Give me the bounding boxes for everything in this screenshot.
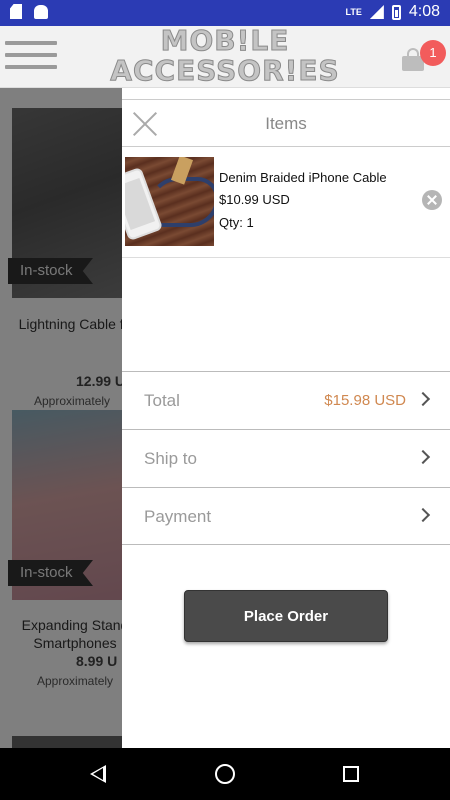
total-value: $15.98 USD: [324, 392, 406, 409]
place-order-button[interactable]: Place Order: [184, 590, 388, 642]
back-icon[interactable]: [90, 765, 106, 783]
status-bar: LTE 4:08: [0, 0, 450, 26]
recent-apps-icon[interactable]: [343, 766, 359, 782]
battery-icon: [391, 4, 401, 20]
status-time: 4:08: [408, 3, 440, 20]
app-logo[interactable]: MOB!LE ACCESSOR!ES: [110, 24, 340, 87]
chevron-right-icon: [415, 449, 431, 465]
payment-label: Payment: [144, 507, 212, 526]
network-type: LTE: [345, 7, 362, 17]
system-nav-bar: [0, 748, 450, 800]
chevron-right-icon: [415, 391, 431, 407]
chevron-right-icon: [415, 507, 431, 523]
cart-count-badge: 1: [420, 40, 446, 66]
drawer-header: Items: [122, 99, 450, 147]
remove-item-icon[interactable]: [422, 190, 442, 210]
android-icon: [34, 4, 48, 19]
cart-item-image: [125, 157, 214, 246]
sd-card-icon: [10, 4, 22, 19]
cart-item-qty: Qty: 1: [219, 215, 254, 230]
payment-row[interactable]: Payment: [122, 487, 450, 545]
logo-line-2: ACCESSOR!ES: [110, 54, 340, 87]
ship-to-row[interactable]: Ship to: [122, 429, 450, 487]
logo-line-1: MOB!LE: [160, 24, 290, 57]
close-icon[interactable]: [132, 111, 158, 137]
cart-item: Denim Braided iPhone Cable $10.99 USD Qt…: [122, 148, 450, 258]
ship-to-label: Ship to: [144, 449, 197, 468]
cart-item-price: $10.99 USD: [219, 192, 290, 207]
cart-item-name: Denim Braided iPhone Cable: [219, 170, 387, 185]
app-header: MOB!LE ACCESSOR!ES: [0, 24, 450, 88]
drawer-title: Items: [265, 114, 307, 133]
signal-icon: [369, 5, 384, 19]
menu-icon[interactable]: [5, 41, 57, 73]
drawer-scrim[interactable]: [0, 88, 122, 748]
home-icon[interactable]: [215, 764, 235, 784]
total-label: Total: [144, 391, 180, 410]
total-row[interactable]: Total $15.98 USD: [122, 371, 450, 429]
cart-drawer: Items Denim Braided iPhone Cable $10.99 …: [122, 88, 450, 748]
